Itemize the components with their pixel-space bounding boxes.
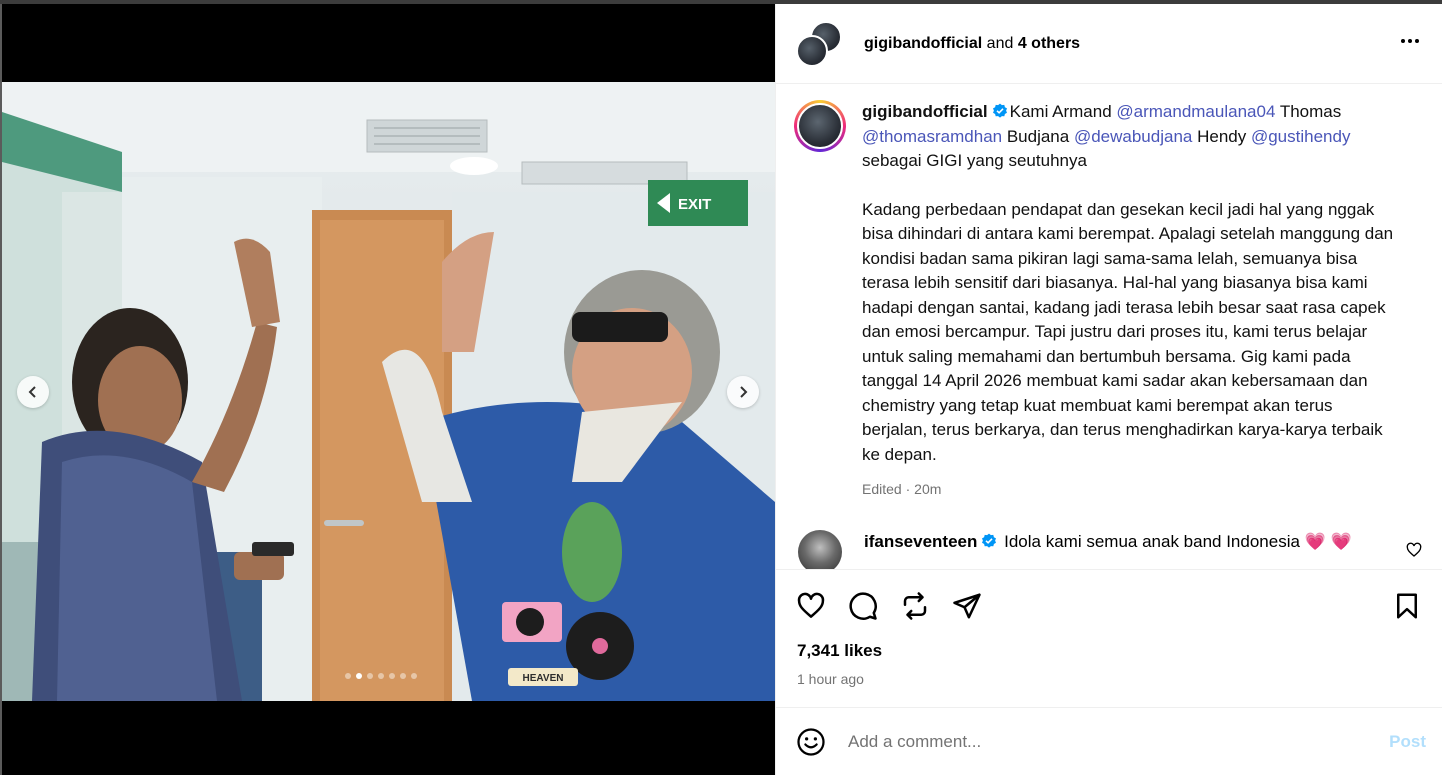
carousel-dot (378, 673, 384, 679)
comment-input[interactable] (848, 731, 1390, 752)
share-icon (953, 593, 981, 618)
comment-emoji: 💗 💗 (1304, 531, 1352, 551)
carousel-next-button[interactable] (727, 376, 759, 408)
share-button[interactable] (952, 591, 982, 621)
edited-label: Edited (862, 481, 902, 497)
caption-text: Kami Armand (1009, 102, 1117, 121)
comments-section: gigibandofficial Kami Armand @armandmaula… (776, 84, 1442, 569)
carousel-dot (356, 673, 362, 679)
caption-text: sebagai GIGI yang seutuhnya (862, 151, 1087, 170)
caption-username[interactable]: gigibandofficial (862, 102, 988, 121)
comment-item: ifanseventeen Idola kami semua anak band… (796, 529, 1422, 570)
caption-intro: gigibandofficial Kami Armand @armandmaula… (862, 100, 1402, 174)
post-comment-button[interactable]: Post (1389, 732, 1426, 752)
post-actions-bar (776, 569, 1442, 641)
comment-like-heart-icon[interactable] (1406, 542, 1422, 558)
post-caption: gigibandofficial Kami Armand @armandmaula… (794, 100, 1422, 502)
emoji-icon[interactable] (796, 727, 826, 757)
carousel-dot (389, 673, 395, 679)
carousel-indicator (345, 673, 417, 679)
and-label: and (986, 34, 1014, 52)
carousel-dot (400, 673, 406, 679)
collab-avatars[interactable] (796, 20, 842, 67)
bookmark-icon (1397, 593, 1417, 618)
comment-icon (849, 591, 877, 620)
mention-link[interactable]: @thomasramdhan (862, 127, 1002, 146)
heart-icon (797, 592, 825, 618)
caption-text: Thomas (1275, 102, 1342, 121)
carousel-previous-button[interactable] (17, 376, 49, 408)
caption-avatar[interactable] (794, 100, 846, 152)
mention-link[interactable]: @gustihendy (1251, 127, 1351, 146)
caption-text: Budjana (1002, 126, 1074, 146)
comment-body: ifanseventeen Idola kami semua anak band… (864, 530, 1394, 570)
likes-count[interactable]: 7,341 likes (776, 641, 1442, 665)
mention-link[interactable]: @armandmaulana04 (1116, 102, 1275, 121)
repost-icon (903, 591, 927, 620)
shirt-text: HEAVEN (523, 673, 564, 684)
repost-button[interactable] (900, 591, 930, 621)
chevron-left-icon (28, 386, 36, 398)
verified-badge-icon (992, 103, 1007, 118)
comment-button[interactable] (848, 591, 878, 621)
author-username[interactable]: gigibandofficial (864, 35, 982, 52)
post-dialog: EXIT HEAVEN gigibandofficial and 4 other… (2, 4, 1442, 775)
save-button[interactable] (1392, 591, 1422, 621)
caption-paragraph: Kadang perbedaan pendapat dan gesekan ke… (862, 199, 1394, 464)
more-horizontal-icon (1401, 38, 1419, 43)
caption-body: gigibandofficial Kami Armand @armandmaula… (862, 100, 1402, 502)
comment-text: Idola kami semua anak band Indonesia (1004, 531, 1300, 551)
carousel-dot (345, 673, 351, 679)
chevron-right-icon (740, 386, 748, 398)
post-media: EXIT HEAVEN (2, 4, 775, 775)
comment-avatar[interactable] (798, 529, 842, 569)
post-photo: EXIT HEAVEN (2, 82, 775, 701)
caption-text: Hendy (1192, 126, 1251, 146)
carousel-dot (367, 673, 373, 679)
post-time[interactable]: 1 hour ago (776, 665, 1442, 703)
more-options-button[interactable] (1398, 29, 1422, 59)
post-sidebar: gigibandofficial and 4 others gigibandof… (775, 4, 1442, 775)
meta-separator: · (905, 481, 911, 497)
post-authors: gigibandofficial and 4 others (864, 35, 1398, 53)
caption-meta: Edited · 20m (862, 477, 1402, 502)
verified-badge-icon (982, 533, 997, 548)
comment-username[interactable]: ifanseventeen (864, 532, 977, 551)
exit-sign-text: EXIT (678, 196, 711, 213)
caption-time: 20m (914, 481, 942, 497)
others-link[interactable]: 4 others (1018, 35, 1080, 52)
photo-illustration: EXIT HEAVEN (2, 82, 775, 701)
like-button[interactable] (796, 591, 826, 621)
carousel-dot (411, 673, 417, 679)
add-comment-bar: Post (776, 707, 1442, 775)
post-header: gigibandofficial and 4 others (776, 4, 1442, 84)
avatar (796, 34, 828, 67)
mention-link[interactable]: @dewabudjana (1074, 127, 1192, 146)
